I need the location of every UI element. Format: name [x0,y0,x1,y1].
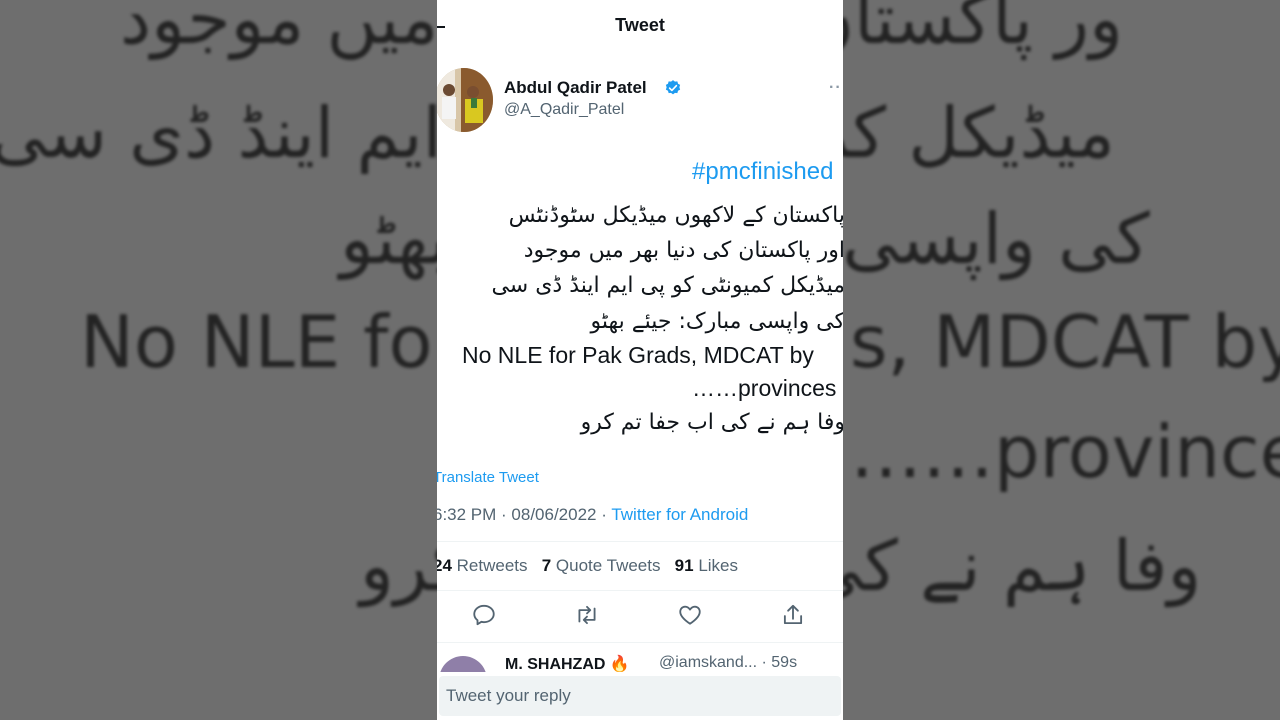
quotes-label: Quote Tweets [555,556,661,575]
bg-text-line: s, MDCAT by [850,300,1280,384]
retweets-stat[interactable]: 24 Retweets [437,556,528,575]
likes-stat[interactable]: 91 Likes [675,556,738,575]
reply-placeholder[interactable]: Tweet your reply [446,686,571,706]
translate-tweet-link[interactable]: Translate Tweet [437,469,539,486]
author-name[interactable]: Abdul Qadir Patel [504,78,647,98]
tweet-text-line: میڈیکل کمیونٹی کو پی ایم اینڈ ڈی سی [491,273,843,298]
page-title: Tweet [615,15,665,35]
tweet-text-line: پاکستان کے لاکھوں میڈیکل سٹوڈنٹس [508,203,843,228]
tweet-text-line: وفا ہم نے کی اب جفا تم کرو [580,410,843,435]
share-icon[interactable] [780,602,806,628]
tweet-timestamp: 6:32 PM · 08/06/2022 · Twitter for Andro… [437,505,748,525]
author-handle[interactable]: @A_Qadir_Patel [504,101,624,119]
tweet-text-line: No NLE for Pak Grads, MDCAT by [462,342,814,368]
time-date: 6:32 PM · 08/06/2022 · [437,505,612,524]
retweets-label: Retweets [456,556,528,575]
reply-author-handle: @iamskand... · 59s [659,654,798,671]
hashtag-link[interactable]: #pmcfinished [692,158,833,186]
retweets-count: 24 [437,556,452,575]
retweet-icon[interactable] [574,602,600,628]
reply-composer[interactable]: Tweet your reply [439,676,841,716]
likes-label: Likes [698,556,739,575]
reply-author-name: M. SHAHZAD 🔥 [505,656,630,672]
tweet-stats: 24 Retweets 7 Quote Tweets 91 Likes [437,556,738,576]
tweet-text-line: کی واپسی مبارک: جیئے بھٹو [590,309,844,334]
bg-text-line: ……provinces [850,410,1280,494]
author-avatar[interactable] [437,68,493,132]
bg-text-line: No NLE fo [80,300,433,384]
source-link[interactable]: Twitter for Android [611,505,748,524]
divider [437,642,843,643]
divider [437,541,843,542]
divider [437,590,843,591]
more-options-icon[interactable]: ·· [829,79,842,97]
quotes-count: 7 [541,556,552,575]
verified-badge-icon [665,80,681,95]
reply-preview[interactable]: M. SHAHZAD 🔥 @iamskand... · 59s [437,652,843,672]
quote-tweets-stat[interactable]: 7 Quote Tweets [542,556,661,575]
tweet-text-line: ……provinces [692,375,837,401]
likes-count: 91 [674,556,694,575]
header-bar: Tweet [437,0,843,54]
heart-icon[interactable] [677,602,703,628]
tweet-text-line: اور پاکستان کی دنیا بھر میں موجود [523,238,843,263]
tweet-detail-screen: Tweet Abdul Qadir Patel @A_Qadir_Patel ·… [437,0,843,720]
reply-icon[interactable] [471,602,497,628]
reply-avatar[interactable] [439,656,487,672]
